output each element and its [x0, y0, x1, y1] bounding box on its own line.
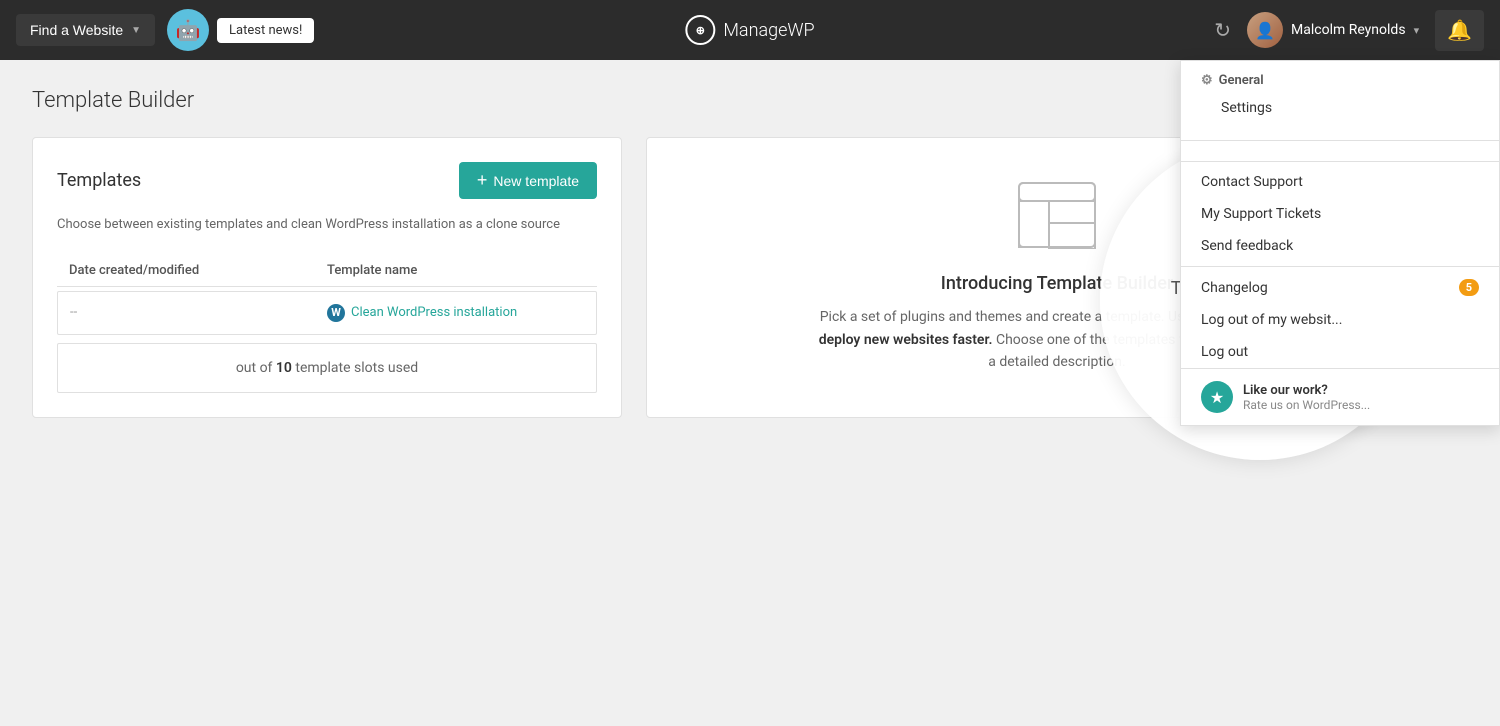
divider-3	[1181, 266, 1499, 267]
user-menu[interactable]: 👤 Malcolm Reynolds ▾	[1247, 12, 1419, 48]
avatar: 👤	[1247, 12, 1283, 48]
logo-circle-icon: ⊕	[685, 15, 715, 45]
new-template-label: New template	[493, 173, 579, 189]
templates-card: Templates + New template Choose between …	[32, 137, 622, 418]
send-feedback-item[interactable]: Send feedback	[1181, 230, 1499, 262]
send-feedback-label: Send feedback	[1201, 238, 1293, 254]
logout-item[interactable]: Log out	[1181, 336, 1499, 368]
nav-left: Find a Website ▼ 🤖 Latest news!	[16, 9, 314, 51]
templates-description: Choose between existing templates and cl…	[57, 215, 597, 235]
intro-desc-bold: deploy new websites faster.	[819, 332, 993, 348]
wordpress-icon: W	[327, 304, 345, 322]
star-icon: ★	[1201, 381, 1233, 413]
row-date: --	[70, 305, 327, 320]
col-header-date: Date created/modified	[69, 263, 327, 278]
contact-support-item[interactable]: Contact Support	[1181, 166, 1499, 198]
settings-label: Settings	[1221, 100, 1272, 116]
brand-name: ManageWP	[723, 20, 814, 41]
changelog-label: Changelog	[1201, 280, 1268, 296]
changelog-count-badge: 5	[1459, 279, 1479, 296]
row-name[interactable]: W Clean WordPress installation	[327, 304, 584, 322]
tools-section-hint	[1181, 145, 1499, 157]
like-subtitle: Rate us on WordPress...	[1243, 398, 1370, 412]
dropdown-arrow-icon: ▼	[131, 25, 141, 36]
user-dropdown: ⚙ General Settings Contact Support My Su…	[1180, 60, 1500, 426]
mascot-area: 🤖 Latest news!	[167, 9, 314, 51]
gear-icon: ⚙	[1201, 73, 1213, 88]
like-text-area: Like our work? Rate us on WordPress...	[1243, 383, 1370, 412]
top-navigation: Find a Website ▼ 🤖 Latest news! ⊕ Manage…	[0, 0, 1500, 60]
notifications-button[interactable]: 🔔	[1435, 10, 1484, 51]
col-header-name: Template name	[327, 263, 585, 278]
user-name: Malcolm Reynolds	[1291, 22, 1406, 38]
logout-website-label: Log out of my websit...	[1201, 312, 1342, 328]
card-header: Templates + New template	[57, 162, 597, 199]
logout-website-item[interactable]: Log out of my websit...	[1181, 304, 1499, 336]
plus-icon: +	[477, 170, 488, 191]
general-section: ⚙ General Settings	[1181, 61, 1499, 136]
logout-label: Log out	[1201, 344, 1248, 360]
mascot-icon: 🤖	[167, 9, 209, 51]
row-name-text: Clean WordPress installation	[351, 305, 517, 320]
changelog-item[interactable]: Changelog 5	[1181, 271, 1499, 304]
table-header: Date created/modified Template name	[57, 255, 597, 287]
templates-title: Templates	[57, 170, 141, 191]
support-tickets-label: My Support Tickets	[1201, 206, 1321, 222]
new-template-button[interactable]: + New template	[459, 162, 597, 199]
contact-support-label: Contact Support	[1201, 174, 1303, 190]
general-section-title: ⚙ General	[1201, 73, 1479, 88]
like-title: Like our work?	[1243, 383, 1370, 398]
find-website-button[interactable]: Find a Website ▼	[16, 14, 155, 46]
divider-1	[1181, 140, 1499, 141]
settings-item[interactable]: Settings	[1201, 92, 1479, 124]
general-label: General	[1219, 73, 1264, 88]
brand-logo: ⊕ ManageWP	[685, 15, 814, 45]
latest-news-badge[interactable]: Latest news!	[217, 18, 314, 43]
slots-count: 10	[276, 360, 292, 376]
like-area: ★ Like our work? Rate us on WordPress...	[1181, 368, 1499, 425]
nav-right: ↻ 👤 Malcolm Reynolds ▾ 🔔	[1214, 10, 1484, 51]
support-tickets-item[interactable]: My Support Tickets	[1181, 198, 1499, 230]
find-website-label: Find a Website	[30, 22, 123, 38]
divider-2	[1181, 161, 1499, 162]
template-builder-icon	[1017, 181, 1097, 249]
user-dropdown-arrow-icon: ▾	[1414, 24, 1420, 37]
table-row[interactable]: -- W Clean WordPress installation	[57, 291, 597, 335]
refresh-button[interactable]: ↻	[1214, 18, 1231, 43]
slots-info: out of 10 template slots used	[57, 343, 597, 393]
